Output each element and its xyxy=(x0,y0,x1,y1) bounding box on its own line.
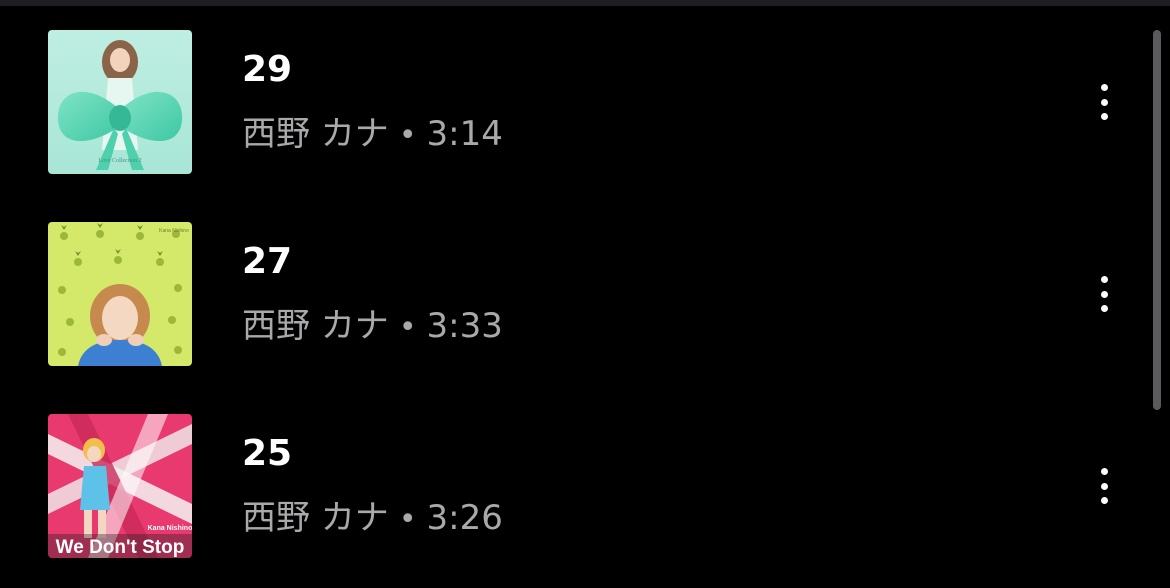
artwork-text: Kana Nishino xyxy=(159,228,189,234)
track-duration: 3:14 xyxy=(426,114,503,154)
artist-name: 西野 カナ xyxy=(242,114,389,154)
playlist-screen: Love Collection 2 29 西野 カナ • 3:14 Kana N… xyxy=(0,0,1170,588)
artwork-text: Love Collection 2 xyxy=(98,158,141,164)
album-art-we-dont-stop-icon: Kana Nishino We Don't Stop xyxy=(48,414,192,558)
track-title: 27 xyxy=(242,241,293,282)
track-title: 29 xyxy=(242,49,293,90)
track-list: Love Collection 2 29 西野 カナ • 3:14 Kana N… xyxy=(0,0,1170,588)
album-art-love-collection-2-icon: Love Collection 2 xyxy=(48,30,192,174)
separator: • xyxy=(398,310,417,345)
artwork-text: We Don't Stop xyxy=(56,537,185,558)
svg-text:Kana Nishino: Kana Nishino xyxy=(148,525,192,532)
artist-name: 西野 カナ xyxy=(242,306,389,346)
more-vertical-icon[interactable] xyxy=(1084,272,1124,316)
more-vertical-icon[interactable] xyxy=(1084,80,1124,124)
track-subtitle: 西野 カナ • 3:14 xyxy=(242,112,503,158)
track-row[interactable]: Kana Nishino We Don't Stop 25 西野 カナ • 3:26 xyxy=(0,414,1140,564)
track-row[interactable]: Kana Nishino 27 西野 カナ • 3:33 xyxy=(0,222,1140,372)
track-row[interactable]: Love Collection 2 29 西野 カナ • 3:14 xyxy=(0,30,1140,180)
track-duration: 3:26 xyxy=(426,498,503,538)
album-art-pineapple-icon: Kana Nishino xyxy=(48,222,192,366)
artist-name: 西野 カナ xyxy=(242,498,389,538)
track-subtitle: 西野 カナ • 3:33 xyxy=(242,304,503,350)
separator: • xyxy=(398,502,417,537)
track-title: 25 xyxy=(242,433,293,474)
track-subtitle: 西野 カナ • 3:26 xyxy=(242,496,503,542)
separator: • xyxy=(398,118,417,153)
scrollbar[interactable] xyxy=(1153,30,1161,410)
track-duration: 3:33 xyxy=(426,306,503,346)
more-vertical-icon[interactable] xyxy=(1084,464,1124,508)
